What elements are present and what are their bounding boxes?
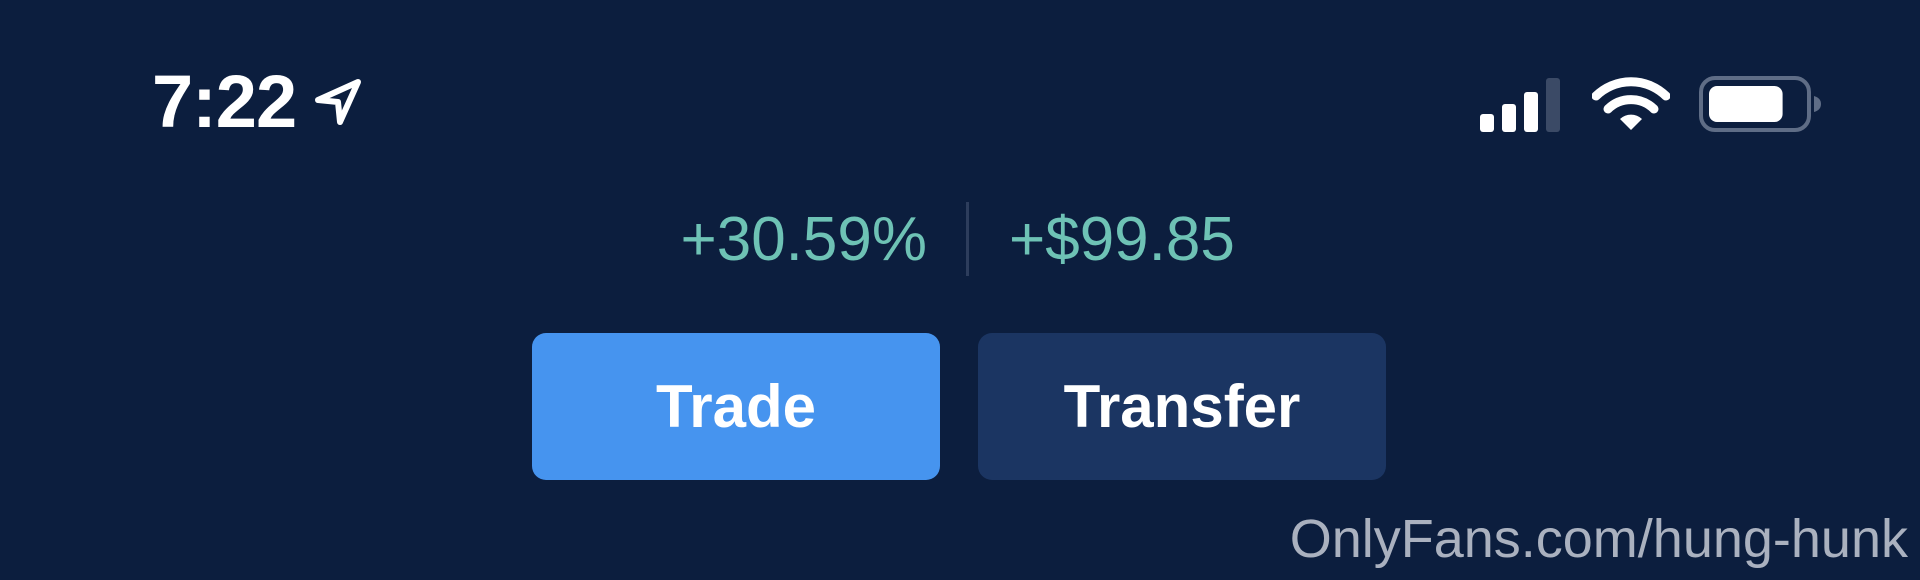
time-group: 7:22: [152, 62, 366, 142]
gain-divider: [966, 202, 969, 276]
gains-row: +30.59% +$99.85: [0, 200, 1920, 280]
watermark: OnlyFans.com/hung-hunk: [1289, 509, 1908, 569]
wifi-icon: [1592, 77, 1670, 130]
status-icons: [1478, 72, 1824, 136]
signal-bar-1: [1480, 114, 1494, 132]
cellular-signal-icon: [1480, 78, 1560, 132]
gain-percent: +30.59%: [680, 205, 928, 274]
location-arrow-icon: [315, 79, 362, 125]
signal-bar-4: [1546, 78, 1560, 132]
signal-bar-3: [1524, 92, 1538, 132]
transfer-button[interactable]: Transfer: [978, 333, 1386, 480]
signal-bar-2: [1502, 104, 1516, 132]
status-bar: 7:22: [0, 0, 1920, 150]
status-time: 7:22: [152, 60, 297, 143]
gain-amount: +$99.85: [1009, 205, 1235, 274]
battery-fill: [1709, 86, 1783, 122]
battery-icon: [1699, 76, 1821, 132]
trade-button[interactable]: Trade: [532, 333, 940, 480]
